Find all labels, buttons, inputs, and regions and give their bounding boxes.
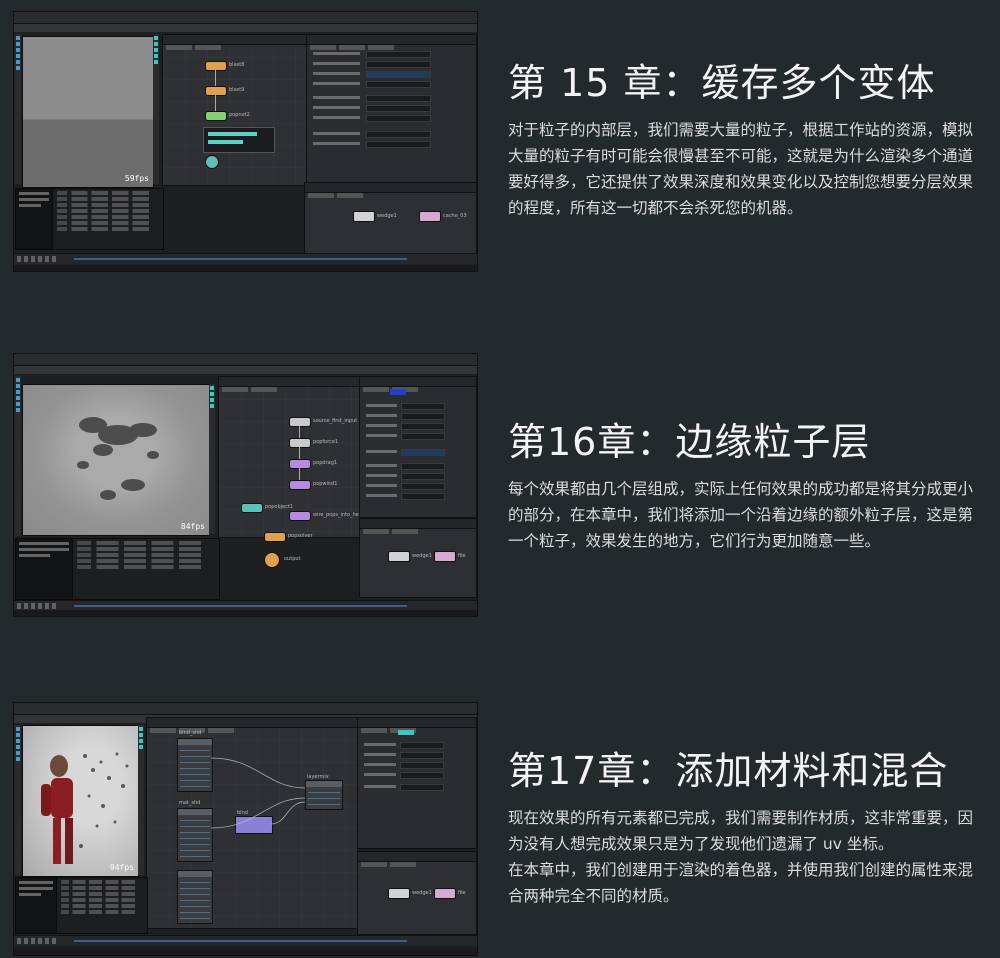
node-label: cache_03	[443, 213, 467, 219]
geometry-spreadsheet	[52, 188, 164, 250]
chapter-15-text: 第 15 章：缓存多个变体 对于粒子的内部层，我们需要大量的粒子，根据工作站的资…	[508, 52, 978, 221]
vop-network-pane: bind_shd mat_shd bind layermix	[146, 717, 358, 929]
node-label: wedge1	[377, 213, 397, 219]
dop-network-pane: source_first_input popforce1 popdrag1 po…	[218, 376, 364, 538]
node-label: popdrag1	[313, 460, 338, 466]
chapter-16-screenshot: 84fps source_first_input popforce1 popdr…	[13, 353, 478, 617]
chapter-description: 每个效果都由几个层组成，实际上任何效果的成功都是将其分成更小的部分，在本章中，我…	[508, 480, 974, 550]
file-node[interactable]	[434, 888, 456, 899]
viewport-fps-label: 84fps	[180, 522, 205, 531]
playbar[interactable]	[14, 935, 477, 946]
popdrag-node[interactable]	[289, 459, 311, 469]
playbar[interactable]	[14, 253, 477, 264]
chapter-description: 对于粒子的内部层，我们需要大量的粒子，根据工作站的资源，模拟大量的粒子有时可能会…	[508, 121, 974, 217]
parameter-pane	[306, 34, 477, 186]
node-label: blast8	[229, 62, 245, 68]
chapter-title: 第17章：添加材料和混合	[508, 749, 949, 793]
chapter-description: 现在效果的所有元素都已完成，我们需要制作材质，这非常重要，因为没有人想完成效果只…	[508, 809, 974, 905]
sop-network-pane: blast8 blast9 popnet2	[162, 34, 307, 186]
source-node[interactable]	[289, 417, 311, 427]
wedge-node[interactable]	[353, 211, 375, 222]
file-cache-node[interactable]	[419, 211, 441, 222]
shelf-toolbar	[14, 24, 477, 32]
node-label: popwind1	[313, 481, 338, 487]
chapter-title: 第 15 章：缓存多个变体	[508, 61, 936, 105]
node-label: wire_pops_into_here	[313, 512, 364, 518]
output-node[interactable]	[264, 552, 280, 568]
popwind-node[interactable]	[289, 480, 311, 490]
status-bar	[14, 610, 477, 616]
status-bar	[14, 949, 477, 955]
viewport-tool-strip	[15, 34, 21, 184]
node-label: file	[458, 890, 466, 896]
top-network-pane: wedge1 cache_03	[304, 182, 477, 254]
node-label: popobject1	[265, 504, 293, 510]
scene-viewport: 94fps	[22, 725, 139, 877]
chapter-17-section: 94fps bind_shd mat_shd bind layermix wed…	[0, 692, 1000, 958]
node-info-popup	[203, 127, 275, 153]
node-label: file	[458, 553, 466, 559]
null-node[interactable]	[205, 155, 219, 169]
blast-node[interactable]	[205, 61, 227, 71]
popnet-node[interactable]	[205, 111, 227, 121]
shelf-toolbar	[14, 366, 477, 374]
python-console	[15, 877, 57, 934]
menu-bar	[14, 12, 477, 27]
viewport-display-strip	[153, 34, 159, 184]
viewport-tool-strip	[15, 376, 21, 536]
node-label: popforce1	[313, 439, 339, 445]
popsolver-node[interactable]	[264, 532, 286, 542]
node-label: wedge1	[412, 553, 432, 559]
geometry-spreadsheet	[56, 877, 148, 934]
chapter-17-screenshot: 94fps bind_shd mat_shd bind layermix wed…	[13, 702, 478, 956]
top-network-pane: wedge1 file	[357, 851, 477, 935]
node-label: blast9	[229, 87, 245, 93]
color-swatch[interactable]	[390, 389, 406, 395]
active-tab[interactable]	[398, 730, 414, 735]
chapter-15-section: 59fps blast8 blast9 popnet2 wedge1 cache…	[0, 0, 1000, 290]
node-label: source_first_input	[313, 418, 358, 424]
node-label: wedge1	[412, 890, 432, 896]
scene-viewport: 84fps	[22, 384, 210, 536]
menu-bar	[14, 703, 477, 718]
viewport-tool-strip	[15, 725, 21, 875]
popobject-node[interactable]	[241, 503, 263, 513]
file-node[interactable]	[434, 551, 456, 562]
viewport-fps-label: 59fps	[124, 174, 149, 183]
vop-wires	[210, 757, 306, 829]
menu-bar	[14, 354, 477, 369]
wire-pops-node[interactable]	[289, 511, 311, 521]
viewport-display-strip	[138, 725, 144, 875]
chapter-17-text: 第17章：添加材料和混合 现在效果的所有元素都已完成，我们需要制作材质，这非常重…	[508, 740, 978, 909]
viewport-fps-label: 94fps	[109, 863, 134, 872]
wedge-node[interactable]	[388, 551, 410, 562]
popforce-node[interactable]	[289, 438, 311, 448]
status-bar	[14, 265, 477, 271]
node-label: output	[284, 556, 301, 562]
chapter-title: 第16章：边缘粒子层	[508, 420, 871, 464]
chapter-16-section: 84fps source_first_input popforce1 popdr…	[0, 345, 1000, 635]
geometry-spreadsheet	[72, 538, 220, 600]
python-console	[15, 188, 53, 250]
parameter-pane	[359, 376, 477, 518]
node-label: popnet2	[229, 112, 250, 118]
particle-cloud	[77, 417, 159, 500]
chapter-15-screenshot: 59fps blast8 blast9 popnet2 wedge1 cache…	[13, 11, 478, 272]
viewport-display-strip	[209, 384, 215, 534]
node-label: popsolver	[288, 533, 313, 539]
chapter-16-text: 第16章：边缘粒子层 每个效果都由几个层组成，实际上任何效果的成功都是将其分成更…	[508, 411, 978, 554]
python-console	[15, 538, 73, 600]
top-network-pane: wedge1 file	[359, 518, 477, 598]
scene-viewport: 59fps	[22, 36, 154, 188]
blast-node[interactable]	[205, 86, 227, 96]
wedge-node[interactable]	[388, 888, 410, 899]
parameter-pane	[357, 717, 477, 849]
character-dissolve	[41, 752, 129, 864]
